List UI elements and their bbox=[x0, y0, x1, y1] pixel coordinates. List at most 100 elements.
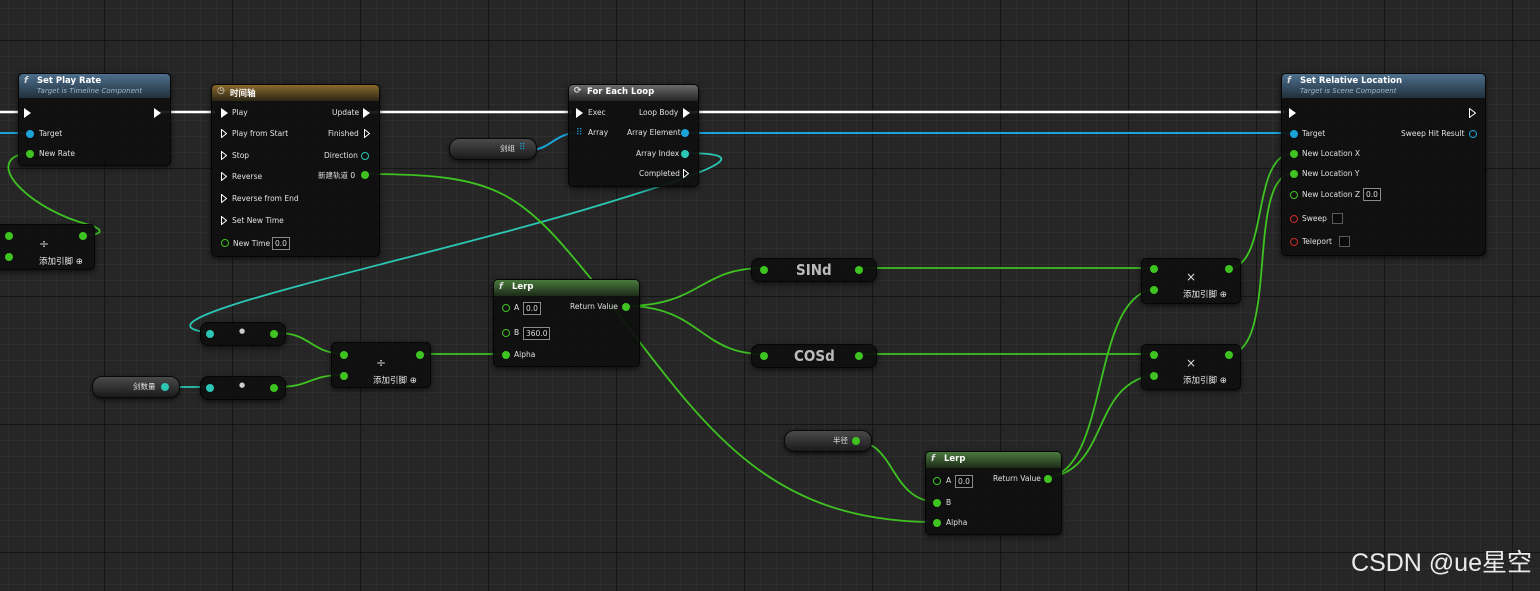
node-subtitle: Target is Scene Component bbox=[1300, 87, 1397, 95]
target-pin[interactable] bbox=[26, 130, 34, 138]
target-pin[interactable] bbox=[1290, 130, 1298, 138]
input-pin[interactable] bbox=[1150, 372, 1158, 380]
for-each-loop-node[interactable]: ⟳ For Each Loop Exec ⠿ Array Loop Body Ar… bbox=[568, 84, 699, 187]
sword-array-variable[interactable]: 剑组 ⠿ bbox=[449, 138, 537, 160]
input-pin[interactable] bbox=[1150, 265, 1158, 273]
pin-label: Return Value bbox=[993, 474, 1041, 483]
lerp-node[interactable]: f Lerp A 0.0 B 360.0 Alpha Return Value bbox=[493, 279, 640, 367]
input-pin[interactable] bbox=[1150, 286, 1158, 294]
reverse-exec-pin[interactable] bbox=[221, 172, 227, 181]
new-location-z-pin[interactable] bbox=[1290, 191, 1298, 199]
add-pin-button[interactable]: 添加引脚 ⊕ bbox=[1183, 374, 1227, 386]
a-field[interactable]: 0.0 bbox=[955, 475, 973, 488]
teleport-checkbox[interactable] bbox=[1339, 236, 1350, 247]
node-header: ⟳ For Each Loop bbox=[569, 85, 698, 101]
completed-exec-pin[interactable] bbox=[683, 169, 689, 178]
sword-count-variable[interactable]: 剑数量 bbox=[92, 376, 180, 398]
input-pin[interactable] bbox=[206, 330, 214, 338]
multiply-node[interactable]: × 添加引脚 ⊕ bbox=[1141, 258, 1241, 304]
set-play-rate-node[interactable]: f Set Play Rate Target is Timeline Compone… bbox=[18, 73, 171, 166]
new-location-x-pin[interactable] bbox=[1290, 150, 1298, 158]
output-pin[interactable] bbox=[270, 384, 278, 392]
input-pin[interactable] bbox=[5, 232, 13, 240]
output-pin[interactable] bbox=[855, 352, 863, 360]
pin-label: B bbox=[514, 328, 520, 337]
return-value-pin[interactable] bbox=[1044, 475, 1052, 483]
radius-variable[interactable]: 半径 bbox=[784, 430, 872, 452]
exec-out-pin[interactable] bbox=[1469, 108, 1476, 118]
sweep-checkbox[interactable] bbox=[1332, 213, 1343, 224]
exec-out-pin[interactable] bbox=[154, 108, 161, 118]
multiply-node[interactable]: × 添加引脚 ⊕ bbox=[1141, 344, 1241, 390]
conversion-node[interactable]: ● bbox=[200, 322, 286, 346]
input-pin[interactable] bbox=[1150, 351, 1158, 359]
stop-exec-pin[interactable] bbox=[221, 151, 227, 160]
a-pin[interactable] bbox=[933, 477, 941, 485]
pin-label: Array bbox=[588, 128, 609, 137]
add-pin-button[interactable]: 添加引脚 ⊕ bbox=[39, 255, 83, 267]
input-pin[interactable] bbox=[340, 351, 348, 359]
output-pin[interactable] bbox=[855, 266, 863, 274]
float-wire bbox=[625, 305, 764, 355]
alpha-pin[interactable] bbox=[933, 519, 941, 527]
array-index-pin[interactable] bbox=[681, 150, 689, 158]
teleport-pin[interactable] bbox=[1290, 238, 1298, 246]
a-field[interactable]: 0.0 bbox=[523, 302, 541, 315]
sweep-hit-result-pin[interactable] bbox=[1469, 130, 1477, 138]
direction-pin[interactable] bbox=[361, 152, 369, 160]
reverse-from-end-exec-pin[interactable] bbox=[221, 194, 227, 203]
pin-label: Array Element bbox=[627, 128, 681, 137]
cosd-node[interactable]: COSd bbox=[751, 344, 877, 368]
new-time-field[interactable]: 0.0 bbox=[272, 237, 290, 250]
input-pin[interactable] bbox=[340, 372, 348, 380]
b-pin[interactable] bbox=[502, 329, 510, 337]
output-pin[interactable] bbox=[1225, 265, 1233, 273]
input-pin[interactable] bbox=[760, 266, 768, 274]
b-field[interactable]: 360.0 bbox=[523, 327, 551, 340]
new-time-pin[interactable] bbox=[221, 239, 229, 247]
input-pin[interactable] bbox=[760, 352, 768, 360]
add-pin-button[interactable]: 添加引脚 ⊕ bbox=[1183, 288, 1227, 300]
play-exec-pin[interactable] bbox=[221, 108, 228, 118]
output-pin[interactable] bbox=[270, 330, 278, 338]
output-pin[interactable] bbox=[416, 351, 424, 359]
set-relative-location-node[interactable]: f Set Relative Location Target is Scene Co… bbox=[1281, 73, 1486, 256]
alpha-pin[interactable] bbox=[502, 351, 510, 359]
add-pin-icon: ⊕ bbox=[409, 376, 417, 386]
exec-in-pin[interactable] bbox=[576, 108, 583, 118]
multiply-icon: × bbox=[1186, 356, 1197, 370]
variable-label: 剑数量 bbox=[133, 382, 156, 391]
track-pin[interactable] bbox=[361, 171, 369, 179]
input-pin[interactable] bbox=[5, 253, 13, 261]
divide-node[interactable]: ÷ 添加引脚 ⊕ bbox=[331, 342, 431, 388]
b-pin[interactable] bbox=[933, 499, 941, 507]
sweep-pin[interactable] bbox=[1290, 215, 1298, 223]
add-pin-label: 添加引脚 bbox=[1183, 290, 1218, 300]
input-pin[interactable] bbox=[206, 384, 214, 392]
set-new-time-exec-pin[interactable] bbox=[221, 216, 227, 225]
new-location-y-pin[interactable] bbox=[1290, 170, 1298, 178]
exec-in-pin[interactable] bbox=[1289, 108, 1296, 118]
new-location-z-field[interactable]: 0.0 bbox=[1363, 188, 1381, 201]
a-pin[interactable] bbox=[502, 304, 510, 312]
exec-in-pin[interactable] bbox=[24, 108, 31, 118]
blueprint-graph-canvas[interactable]: f Set Play Rate Target is Timeline Compone… bbox=[0, 0, 1540, 591]
new-rate-pin[interactable] bbox=[26, 150, 34, 158]
sind-node[interactable]: SINd bbox=[751, 258, 877, 282]
play-from-start-exec-pin[interactable] bbox=[221, 129, 227, 138]
finished-exec-pin[interactable] bbox=[364, 129, 370, 138]
return-value-pin[interactable] bbox=[622, 303, 630, 311]
conversion-node[interactable]: ● bbox=[200, 376, 286, 400]
output-pin[interactable] bbox=[161, 383, 169, 391]
divide-node[interactable]: ÷ 添加引脚 ⊕ bbox=[0, 224, 95, 270]
output-pin[interactable] bbox=[852, 437, 860, 445]
output-pin[interactable] bbox=[79, 232, 87, 240]
array-pin[interactable]: ⠿ bbox=[576, 128, 583, 138]
add-pin-button[interactable]: 添加引脚 ⊕ bbox=[373, 374, 417, 386]
lerp-node[interactable]: f Lerp A 0.0 B Alpha Return Value bbox=[925, 451, 1062, 535]
timeline-node[interactable]: ◷ 时间轴 Play Play from Start Stop Reverse R… bbox=[211, 84, 380, 257]
update-exec-pin[interactable] bbox=[363, 108, 370, 118]
loop-body-exec-pin[interactable] bbox=[683, 108, 690, 118]
output-pin[interactable] bbox=[1225, 351, 1233, 359]
array-element-pin[interactable] bbox=[681, 129, 689, 137]
